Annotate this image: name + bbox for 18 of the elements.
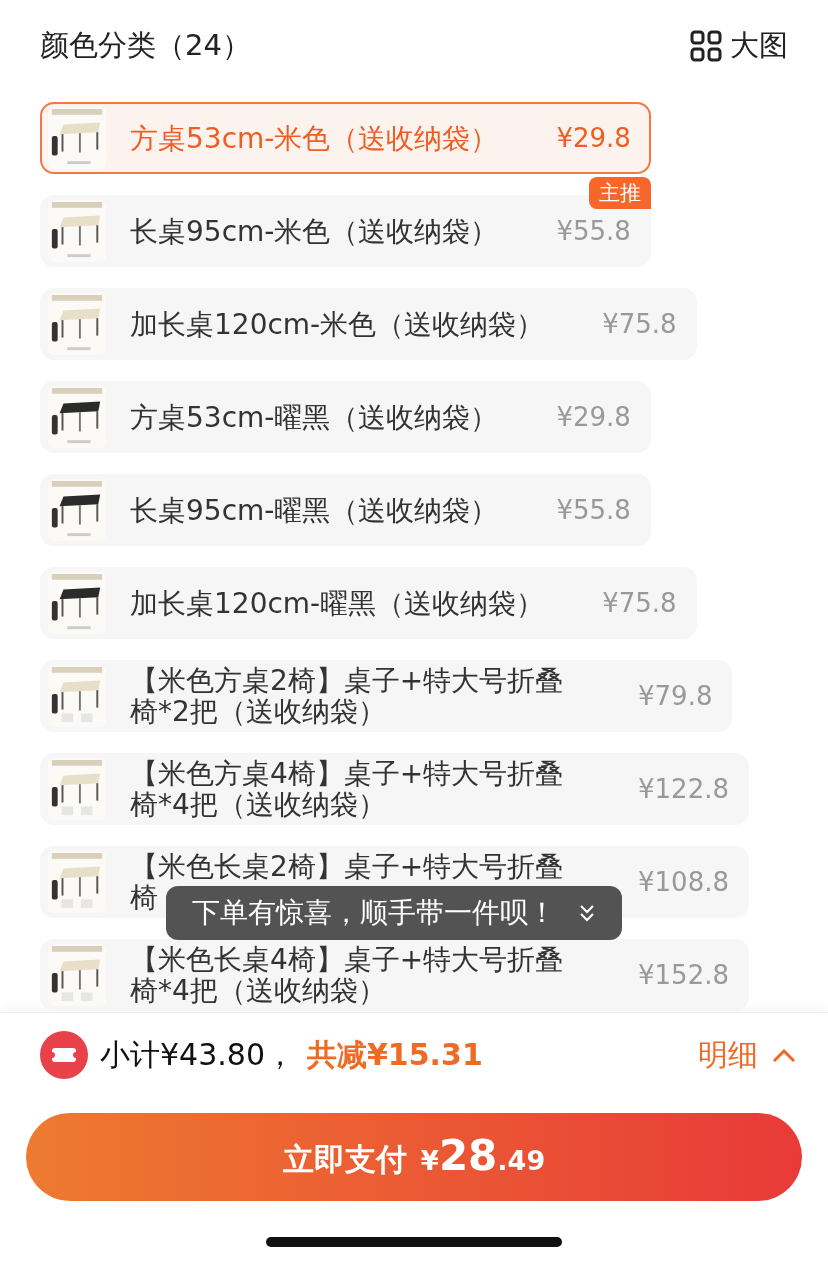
- coupon-icon: [40, 1031, 88, 1079]
- option-chip[interactable]: 方桌53cm-曜黑（送收纳袋） ¥29.8: [40, 381, 651, 453]
- option-chip[interactable]: 【米色方桌4椅】桌子+特大号折叠椅*4把（送收纳袋） ¥122.8: [40, 753, 749, 825]
- discount-text: 共减¥15.31: [307, 1035, 483, 1074]
- recommend-badge: 主推: [588, 177, 651, 209]
- option-chip[interactable]: 【米色长桌4椅】桌子+特大号折叠椅*4把（送收纳袋） ¥152.8: [40, 939, 749, 1011]
- option-chip[interactable]: 加长桌120cm-米色（送收纳袋） ¥75.8: [40, 288, 697, 360]
- large-view-toggle[interactable]: 大图: [690, 26, 788, 66]
- chevron-up-icon: [772, 1047, 796, 1063]
- double-chevron-down-icon: [578, 903, 596, 923]
- pay-button[interactable]: 立即支付 ¥28.49: [26, 1113, 802, 1201]
- option-chip[interactable]: 长桌95cm-曜黑（送收纳袋） ¥55.8: [40, 474, 651, 546]
- toast[interactable]: 下单有惊喜，顺手带一件呗！: [166, 886, 622, 940]
- option-chip[interactable]: 【米色方桌2椅】桌子+特大号折叠椅*2把（送收纳袋） ¥79.8: [40, 660, 733, 732]
- grid-icon: [690, 30, 722, 62]
- option-chip[interactable]: 加长桌120cm-曜黑（送收纳袋） ¥75.8: [40, 567, 697, 639]
- subtotal-text: 小计¥43.80，: [100, 1035, 295, 1074]
- section-title: 颜色分类（24）: [40, 27, 251, 64]
